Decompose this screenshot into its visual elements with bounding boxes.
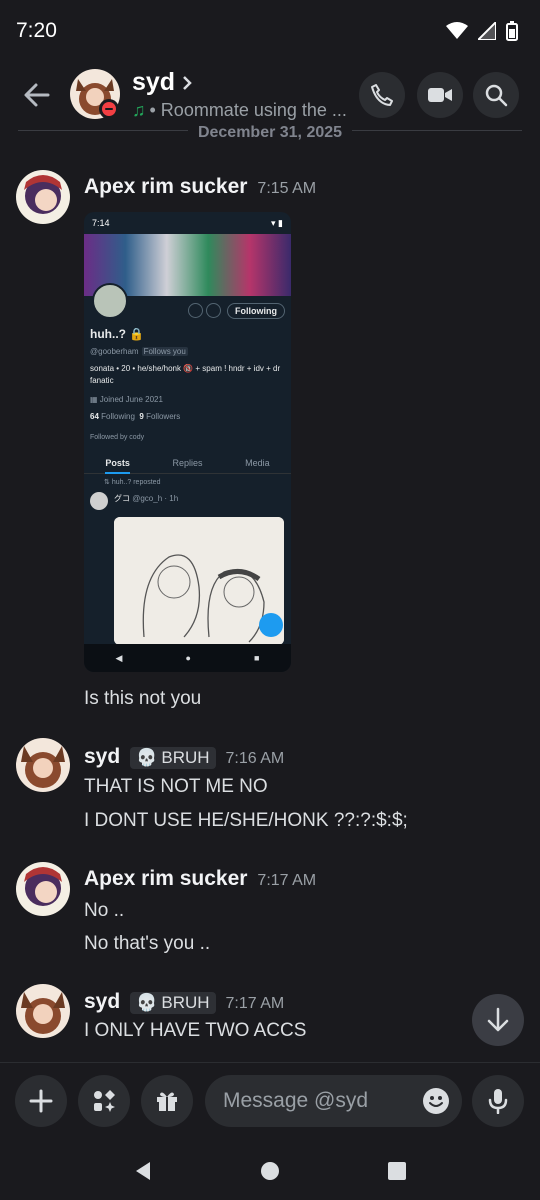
custom-status-text: • Roommate using the ... — [149, 100, 347, 120]
timestamp: 7:17 AM — [225, 995, 285, 1012]
following-button: Following — [227, 303, 285, 319]
calendar-icon: ▦ — [90, 395, 100, 404]
dnd-status-indicator — [99, 99, 119, 119]
avatar[interactable] — [16, 862, 70, 916]
author-name[interactable]: Apex rim sucker — [84, 175, 247, 199]
message-header: Apex rim sucker 7:15 AM — [84, 175, 316, 199]
channel-title[interactable]: syd — [132, 68, 193, 97]
skull-icon: 💀 — [136, 748, 158, 767]
channel-name: syd — [132, 68, 176, 96]
apps-button[interactable] — [78, 1075, 130, 1127]
tab-media: Media — [245, 457, 270, 468]
tab-replies: Replies — [172, 457, 203, 468]
message-text: No .. — [84, 900, 125, 921]
repost-icon: ⇅ — [104, 479, 112, 486]
timestamp: 7:17 AM — [257, 872, 317, 889]
video-camera-icon — [428, 88, 452, 102]
message-text: Is this not you — [84, 688, 202, 709]
message-composer — [0, 1062, 540, 1142]
message-text: No that's you .. — [84, 933, 211, 954]
profile-tabs: Posts Replies Media — [84, 452, 291, 474]
skull-icon: 💀 — [136, 993, 158, 1012]
message-text: I DONT USE HE/SHE/HONK ??:?:$:$; — [84, 810, 408, 831]
voice-call-button[interactable] — [359, 72, 405, 118]
home-circle-icon[interactable] — [259, 1160, 281, 1182]
attachment-status-bar: 7:14 ▾ ▮ — [92, 217, 283, 229]
plus-icon — [29, 1089, 53, 1113]
recents-square-icon[interactable] — [386, 1160, 408, 1182]
profile-avatar — [92, 283, 128, 319]
emoji-icon[interactable] — [422, 1087, 450, 1115]
profile-bio: sonata • 20 • he/she/honk 🔞 + spam ! hnd… — [90, 364, 281, 385]
post-author: グコ @gco_h · 1h — [114, 494, 179, 503]
author-name[interactable]: Apex rim sucker — [84, 867, 247, 891]
timestamp: 7:16 AM — [225, 750, 285, 767]
status-bar: 7:20 — [0, 0, 540, 62]
author-name[interactable]: syd — [84, 990, 120, 1014]
mail-icon — [188, 303, 203, 318]
server-tag[interactable]: 💀 BRUH — [130, 747, 216, 769]
repost-label: ⇅ huh..? reposted — [104, 479, 161, 486]
profile-joined: ▦ Joined June 2021 — [90, 395, 163, 404]
back-triangle-icon[interactable] — [132, 1160, 154, 1182]
avatar[interactable] — [16, 738, 70, 792]
status-icons — [446, 21, 518, 41]
post-avatar — [90, 492, 108, 510]
bell-icon — [206, 303, 221, 318]
phone-icon — [371, 84, 393, 106]
gift-button[interactable] — [141, 1075, 193, 1127]
timestamp: 7:15 AM — [257, 180, 317, 197]
server-tag[interactable]: 💀 BRUH — [130, 992, 216, 1014]
followed-by: Followed by cody — [90, 434, 145, 441]
wifi-icon — [446, 22, 468, 39]
message-text: THAT IS NOT ME NO — [84, 776, 268, 797]
voice-message-button[interactable] — [472, 1075, 524, 1127]
clock: 7:20 — [16, 19, 57, 42]
message-input[interactable] — [223, 1089, 413, 1113]
tab-posts: Posts — [105, 458, 130, 474]
cell-signal-icon — [478, 22, 496, 40]
message-header: Apex rim sucker 7:17 AM — [84, 867, 316, 891]
microphone-icon — [488, 1089, 508, 1114]
jump-to-latest-button[interactable] — [472, 994, 524, 1046]
battery-icon — [506, 21, 518, 41]
gift-icon — [157, 1092, 177, 1111]
search-icon — [485, 84, 508, 107]
system-navigation-bar — [0, 1142, 540, 1200]
profile-name: huh..? 🔒 — [90, 327, 145, 341]
video-call-button[interactable] — [417, 72, 463, 118]
profile-stats: 64 Following 9 Followers — [90, 412, 181, 421]
message-input-wrapper[interactable] — [205, 1075, 462, 1127]
message-header: syd 💀 BRUH 7:16 AM — [84, 745, 284, 769]
add-attachment-button[interactable] — [15, 1075, 67, 1127]
chevron-right-icon — [183, 75, 192, 90]
music-note-icon: ♫ — [132, 100, 146, 120]
attachment-status-icons: ▾ ▮ — [271, 217, 283, 228]
message-text: I ONLY HAVE TWO ACCS — [84, 1020, 307, 1041]
arrow-left-icon — [24, 83, 50, 107]
message-header: syd 💀 BRUH 7:17 AM — [84, 990, 284, 1014]
attachment-navbar: ◀ ● ■ — [84, 644, 291, 672]
profile-handle: @gooberham Follows you — [90, 347, 188, 356]
author-name[interactable]: syd — [84, 745, 120, 769]
arrow-down-icon — [487, 1007, 509, 1032]
channel-header: syd ♫ • Roommate using the ... — [0, 62, 540, 128]
back-button[interactable] — [20, 78, 54, 112]
image-attachment[interactable]: 7:14 ▾ ▮ Following huh..? 🔒 @gooberham Fo… — [84, 212, 291, 672]
custom-status: ♫ • Roommate using the ... — [132, 100, 347, 121]
avatar[interactable] — [16, 984, 70, 1038]
compose-fab — [259, 613, 283, 637]
avatar[interactable] — [16, 170, 70, 224]
apps-icon — [94, 1090, 115, 1112]
lock-icon: 🔒 — [129, 327, 145, 341]
date-divider: December 31, 2025 — [0, 124, 540, 142]
search-button[interactable] — [473, 72, 519, 118]
